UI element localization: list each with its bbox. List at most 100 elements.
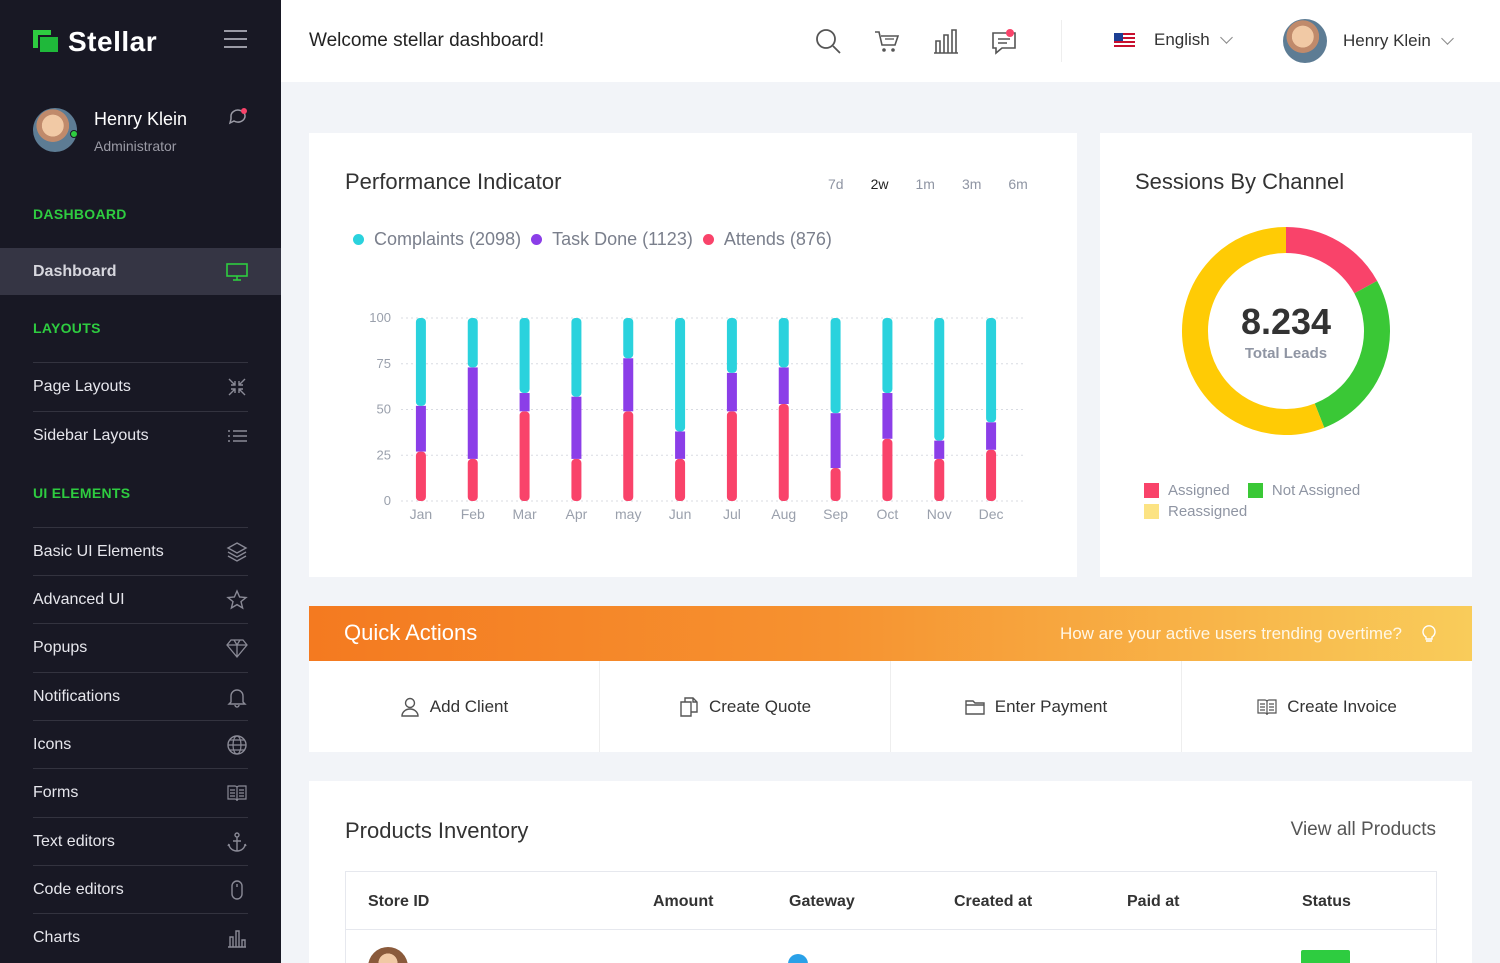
- book-icon: [227, 785, 247, 802]
- legend-swatch: [1247, 483, 1263, 498]
- bar-segment-complaints: [726, 318, 737, 373]
- monitor-icon: [226, 263, 248, 281]
- message-icon[interactable]: [990, 27, 1018, 55]
- legend-label: Assigned: [1168, 482, 1230, 499]
- view-all-products-link[interactable]: View all Products: [1291, 819, 1436, 841]
- user-name: Henry Klein: [1343, 31, 1431, 50]
- avatar: [368, 947, 408, 963]
- button-label: Enter Payment: [994, 696, 1108, 716]
- diamond-icon: [226, 639, 248, 659]
- bar-segment-task-done: [778, 367, 789, 405]
- bell-icon: [227, 689, 247, 708]
- sidebar-item-dashboard[interactable]: Dashboard: [0, 248, 281, 295]
- legend-item-reassigned: Reassigned: [1144, 503, 1247, 520]
- sidebar-item-charts[interactable]: Charts: [33, 913, 248, 961]
- chat-icon[interactable]: [228, 108, 248, 128]
- legend-item-assigned: Assigned: [1144, 482, 1230, 499]
- inventory-table: Store ID Amount Gateway Created at Paid …: [345, 871, 1437, 963]
- sidebar-item-icons[interactable]: Icons: [33, 720, 248, 768]
- bar-segment-complaints: [934, 318, 945, 441]
- book-icon: [1257, 698, 1277, 715]
- sidebar-item-label: Dashboard: [33, 262, 117, 280]
- divider: [346, 929, 1436, 930]
- section-dashboard: DASHBOARD: [33, 206, 127, 222]
- quick-actions-header: Quick Actions How are your active users …: [309, 606, 1472, 661]
- sidebar-item-code-editors[interactable]: Code editors: [33, 865, 248, 913]
- bar-segment-attends: [519, 411, 530, 501]
- bar-segment-task-done: [830, 413, 841, 469]
- legend-swatch: [1144, 483, 1159, 498]
- mouse-icon: [231, 880, 243, 900]
- bar-segment-task-done: [571, 396, 582, 459]
- bar-segment-attends: [882, 438, 893, 501]
- sidebar-item-label: Notifications: [33, 687, 121, 705]
- create-quote-button[interactable]: Create Quote: [600, 661, 891, 752]
- language-label: English: [1154, 30, 1210, 49]
- online-status-dot: [70, 130, 78, 138]
- sidebar-item-forms[interactable]: Forms: [33, 768, 248, 816]
- sidebar-item-label: Text editors: [33, 832, 115, 850]
- column-header-gateway[interactable]: Gateway: [789, 893, 855, 911]
- sidebar-item-popups[interactable]: Popups: [33, 623, 248, 671]
- bar-segment-task-done: [519, 393, 530, 412]
- button-label: Create Quote: [708, 696, 812, 716]
- bar-segment-task-done: [675, 431, 686, 459]
- sidebar-item-basic-ui[interactable]: Basic UI Elements: [33, 527, 248, 575]
- y-tick-label: 75: [377, 356, 391, 371]
- sidebar-item-label: Advanced UI: [33, 590, 125, 608]
- sidebar-item-text-editors[interactable]: Text editors: [33, 817, 248, 865]
- bar-segment-complaints: [415, 318, 426, 406]
- sidebar-item-page-layouts[interactable]: Page Layouts: [33, 362, 248, 410]
- bar-segment-complaints: [778, 318, 789, 368]
- user-icon: [401, 697, 419, 717]
- sidebar-item-label: Basic UI Elements: [33, 542, 164, 560]
- button-label: Create Invoice: [1287, 696, 1397, 716]
- column-header-status[interactable]: Status: [1302, 893, 1351, 911]
- brand-logo-icon: [33, 30, 60, 54]
- user-menu[interactable]: Henry Klein: [1283, 19, 1454, 63]
- column-header-amount[interactable]: Amount: [653, 893, 713, 911]
- enter-payment-button[interactable]: Enter Payment: [891, 661, 1182, 752]
- section-layouts: LAYOUTS: [33, 320, 101, 336]
- bar-segment-attends: [467, 458, 478, 501]
- sidebar-profile[interactable]: Henry Klein Administrator: [33, 108, 187, 154]
- legend-swatch: [1144, 504, 1159, 519]
- bar-segment-complaints: [675, 318, 686, 432]
- column-header-created-at[interactable]: Created at: [954, 893, 1032, 911]
- donut-segment-assigned: [1285, 227, 1378, 294]
- sidebar-item-notifications[interactable]: Notifications: [33, 672, 248, 720]
- sidebar-item-label: Sidebar Layouts: [33, 426, 149, 444]
- sidebar-item-label: Forms: [33, 783, 79, 801]
- menu-toggle-icon[interactable]: [224, 30, 247, 48]
- profile-name: Henry Klein: [94, 109, 188, 129]
- language-selector[interactable]: English: [1114, 30, 1233, 50]
- column-header-store-id[interactable]: Store ID: [368, 893, 429, 911]
- cart-icon[interactable]: [873, 27, 901, 55]
- create-invoice-button[interactable]: Create Invoice: [1182, 661, 1472, 752]
- x-tick-label: Jan: [410, 506, 433, 522]
- globe-icon: [227, 735, 247, 755]
- star-icon: [226, 589, 248, 610]
- x-tick-label: Jun: [669, 506, 692, 522]
- bar-segment-task-done: [467, 367, 478, 459]
- add-client-button[interactable]: Add Client: [309, 661, 600, 752]
- bar-segment-attends: [623, 411, 634, 501]
- bar-chart-icon[interactable]: [932, 27, 960, 55]
- sidebar-item-advanced-ui[interactable]: Advanced UI: [33, 575, 248, 623]
- legend-label: Not Assigned: [1271, 482, 1361, 499]
- performance-bar-chart: 0 25 50 75 100 Jan Feb Mar Apr may Jun Jul Aug Sep Oct…: [369, 310, 1023, 522]
- quick-actions-buttons: Add Client Create Quote Enter Payment Cr…: [309, 661, 1472, 752]
- search-icon[interactable]: [814, 27, 842, 55]
- bar-segment-complaints: [467, 318, 478, 368]
- column-header-paid-at[interactable]: Paid at: [1127, 893, 1179, 911]
- lightbulb-icon[interactable]: [1422, 623, 1436, 643]
- bar-segment-task-done: [882, 393, 893, 439]
- bar-segment-task-done: [623, 358, 634, 412]
- sidebar: Stellar Henry Klein Administrator DASHBO…: [0, 0, 281, 963]
- sidebar-item-sidebar-layouts[interactable]: Sidebar Layouts: [33, 411, 248, 459]
- sidebar-item-label: Charts: [33, 928, 81, 946]
- bar-segment-complaints: [571, 318, 582, 397]
- sidebar-item-label: Icons: [33, 735, 72, 753]
- brand[interactable]: Stellar: [33, 26, 157, 58]
- inventory-card: Products Inventory View all Products Sto…: [309, 781, 1472, 963]
